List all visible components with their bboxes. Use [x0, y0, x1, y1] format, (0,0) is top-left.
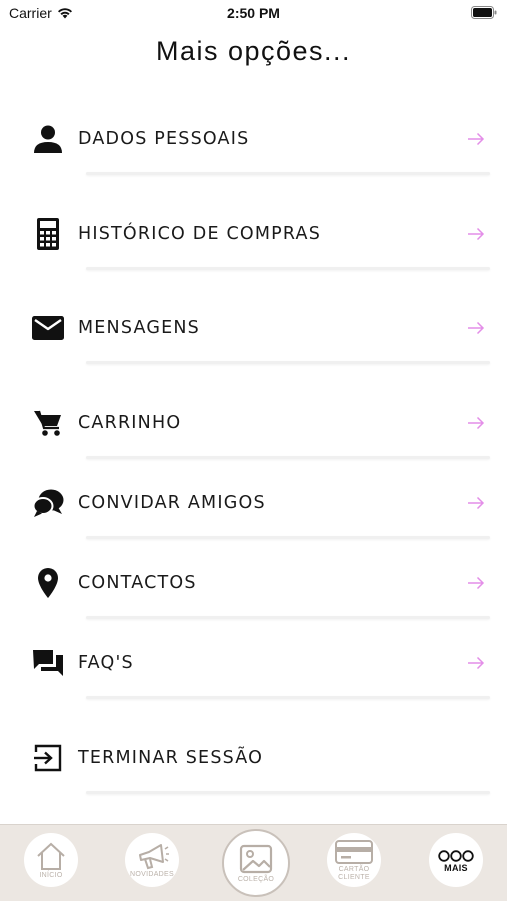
menu-item-convidar-amigos[interactable]: CONVIDAR AMIGOS [0, 468, 507, 538]
arrow-right-icon[interactable] [467, 227, 485, 241]
menu-divider [86, 361, 490, 364]
menu-divider [86, 536, 490, 539]
menu-item-label: DADOS PESSOAIS [78, 129, 250, 149]
menu-item-hist-rico-de-compras[interactable]: HISTÓRICO DE COMPRAS [0, 199, 507, 269]
megaphone-icon [139, 843, 169, 869]
menu-divider [86, 172, 490, 175]
home-icon [37, 842, 65, 870]
arrow-right-icon[interactable] [467, 496, 485, 510]
tab-label: INÍCIO [39, 871, 63, 879]
menu-item-carrinho[interactable]: CARRINHO [0, 388, 507, 458]
status-time: 2:50 PM [227, 5, 280, 21]
tab-novidades[interactable]: NOVIDADES [125, 833, 179, 887]
menu-divider [86, 791, 490, 794]
tab-label: NOVIDADES [130, 870, 174, 878]
menu-item-label: CARRINHO [78, 413, 182, 433]
tab-label: MAIS [444, 862, 468, 873]
menu-item-mensagens[interactable]: MENSAGENS [0, 293, 507, 363]
arrow-right-icon[interactable] [467, 656, 485, 670]
menu-divider [86, 267, 490, 270]
location-pin-icon [31, 566, 65, 600]
menu-item-label: CONVIDAR AMIGOS [78, 493, 266, 513]
tab-label: COLEÇÃO [237, 875, 275, 883]
card-icon [335, 839, 373, 864]
battery-icon [471, 6, 497, 19]
menu-item-contactos[interactable]: CONTACTOS [0, 548, 507, 618]
menu-item-label: FAQ'S [78, 653, 134, 673]
arrow-right-icon[interactable] [467, 576, 485, 590]
person-icon [31, 122, 65, 156]
tab-colecao[interactable]: COLEÇÃO [222, 829, 290, 897]
tab-label: CARTÃO CLIENTE [338, 865, 370, 881]
menu-item-faq-s[interactable]: FAQ'S [0, 628, 507, 698]
menu-divider [86, 456, 490, 459]
chat-bubbles-icon [31, 486, 65, 520]
status-bar: Carrier 2:50 PM [0, 0, 507, 28]
arrow-right-icon[interactable] [467, 132, 485, 146]
more-icon [438, 849, 474, 862]
tab-inicio[interactable]: INÍCIO [24, 833, 78, 887]
calculator-icon [31, 217, 65, 251]
image-icon [239, 844, 273, 873]
menu-item-label: HISTÓRICO DE COMPRAS [78, 224, 322, 244]
menu-divider [86, 696, 490, 699]
menu-item-label: TERMINAR SESSÃO [78, 748, 264, 768]
page-title: Mais opções... [155, 36, 352, 66]
menu-item-terminar-sess-o[interactable]: TERMINAR SESSÃO [0, 723, 507, 793]
bottom-tab-bar: INÍCIO NOVIDADES COLEÇÃO CARTÃO CLIENTE [0, 824, 507, 901]
cart-icon [31, 406, 65, 440]
arrow-right-icon[interactable] [467, 416, 485, 430]
envelope-icon [31, 311, 65, 345]
tab-mais[interactable]: MAIS [429, 833, 483, 887]
forum-icon [31, 646, 65, 680]
menu-item-dados-pessoais[interactable]: DADOS PESSOAIS [0, 104, 507, 174]
tab-cartao-cliente[interactable]: CARTÃO CLIENTE [327, 833, 381, 887]
menu-divider [86, 616, 490, 619]
arrow-right-icon[interactable] [467, 321, 485, 335]
logout-icon [31, 741, 65, 775]
menu-item-label: CONTACTOS [78, 573, 197, 593]
menu-item-label: MENSAGENS [78, 318, 200, 338]
